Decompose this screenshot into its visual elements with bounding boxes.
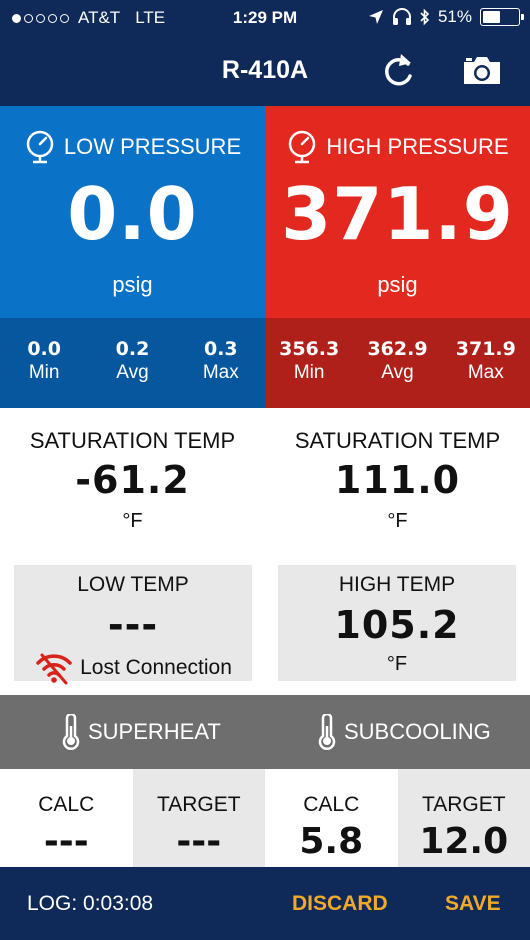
cell-label: TARGET xyxy=(421,793,506,816)
sat-temp-label: SATURATION TEMP xyxy=(294,428,501,453)
battery-icon xyxy=(480,8,524,26)
stat-value: 0.0 xyxy=(27,338,61,360)
discard-button[interactable]: DISCARD xyxy=(292,892,388,916)
lost-connection-text: Lost Connection xyxy=(80,656,232,679)
low-saturation-temp: SATURATION TEMP -61.2 °F xyxy=(0,408,265,558)
location-arrow-icon xyxy=(368,10,383,24)
low-temp-label: LOW TEMP xyxy=(77,573,189,596)
gauge-icon xyxy=(26,130,54,164)
high-pressure-panel[interactable]: HIGH PRESSURE 371.9 psig xyxy=(265,106,530,318)
superheat-calc-cell: CALC --- xyxy=(0,769,133,867)
low-pressure-value: 0.0 xyxy=(67,172,198,256)
cell-value: --- xyxy=(43,821,89,862)
high-pressure-value: 371.9 xyxy=(281,172,514,256)
low-temp-value: --- xyxy=(107,603,159,647)
status-right: 51% xyxy=(368,7,524,27)
high-temp-unit: °F xyxy=(386,653,408,675)
superheat-label: SUPERHEAT xyxy=(88,719,221,744)
sat-temp-unit: °F xyxy=(122,510,143,532)
refresh-icon[interactable] xyxy=(382,52,416,88)
sat-temp-label: SATURATION TEMP xyxy=(29,428,236,453)
stat-value: 0.2 xyxy=(115,338,150,360)
stat-value: 362.9 xyxy=(367,338,428,360)
thermometer-icon xyxy=(62,714,80,750)
low-pressure-header: LOW PRESSURE xyxy=(0,130,265,164)
stat-value: 371.9 xyxy=(455,338,516,360)
high-pressure-unit: psig xyxy=(377,272,418,297)
bluetooth-icon xyxy=(420,8,430,26)
subcooling-tab[interactable]: SUBCOOLING xyxy=(316,695,491,769)
calc-target-row: CALC --- TARGET --- CALC 5.8 TARGET 12.0 xyxy=(0,769,530,867)
high-avg-stat: 362.9 Avg xyxy=(353,318,441,408)
subcooling-target-cell[interactable]: TARGET 12.0 xyxy=(397,769,530,867)
sat-temp-value: -61.2 xyxy=(75,458,190,502)
battery-fill xyxy=(483,11,500,23)
cell-value: 5.8 xyxy=(299,821,364,862)
low-temp-box[interactable]: LOW TEMP --- Lost Connection xyxy=(14,565,252,685)
camera-icon[interactable] xyxy=(461,54,503,86)
gauge-icon xyxy=(289,130,316,164)
low-avg-stat: 0.2 Avg xyxy=(88,318,176,408)
nav-bar: R-410A xyxy=(0,36,530,106)
superheat-target-cell[interactable]: TARGET --- xyxy=(132,769,265,867)
bottom-bar: LOG: 0:03:08 DISCARD SAVE xyxy=(0,867,530,940)
section-header: SUPERHEAT SUBCOOLING xyxy=(0,695,530,769)
battery-percent: 51% xyxy=(437,7,472,26)
low-min-stat: 0.0 Min xyxy=(0,318,88,408)
cell-value: 12.0 xyxy=(419,821,509,862)
superheat-tab[interactable]: SUPERHEAT xyxy=(60,695,221,769)
high-pressure-stats: 356.3 Min 362.9 Avg 371.9 Max xyxy=(265,318,530,408)
stat-label: Avg xyxy=(116,362,149,383)
status-bar: AT&T LTE 1:29 PM 51% xyxy=(0,0,530,36)
high-temp-box[interactable]: HIGH TEMP 105.2 °F xyxy=(278,565,516,681)
low-pressure-panel[interactable]: LOW PRESSURE 0.0 psig xyxy=(0,106,265,318)
stat-value: 0.3 xyxy=(203,338,238,360)
subcooling-calc-cell: CALC 5.8 xyxy=(265,769,398,867)
high-min-stat: 356.3 Min xyxy=(265,318,353,408)
low-pressure-unit: psig xyxy=(112,272,153,297)
cell-label: CALC xyxy=(38,793,95,816)
headphones-icon xyxy=(392,8,411,25)
low-pressure-stats: 0.0 Min 0.2 Avg 0.3 Max xyxy=(0,318,265,408)
high-temp-value: 105.2 xyxy=(334,603,460,647)
high-saturation-temp: SATURATION TEMP 111.0 °F xyxy=(265,408,530,558)
stat-label: Max xyxy=(202,362,239,383)
lost-connection-status: Lost Connection xyxy=(14,651,252,685)
refrigerant-title[interactable]: R-410A xyxy=(0,56,530,85)
high-pressure-header: HIGH PRESSURE xyxy=(265,130,530,164)
thermometer-icon xyxy=(318,714,336,750)
log-timer: LOG: 0:03:08 xyxy=(27,892,154,915)
cell-label: CALC xyxy=(303,793,360,816)
high-max-stat: 371.9 Max xyxy=(442,318,530,408)
wifi-off-icon xyxy=(36,653,72,685)
high-pressure-label: HIGH PRESSURE xyxy=(326,134,509,159)
stat-label: Avg xyxy=(381,362,414,383)
subcooling-label: SUBCOOLING xyxy=(344,719,491,744)
high-temp-label: HIGH TEMP xyxy=(338,573,456,596)
stat-label: Min xyxy=(28,362,60,383)
low-pressure-label: LOW PRESSURE xyxy=(63,134,242,159)
stat-label: Max xyxy=(467,362,504,383)
sat-temp-unit: °F xyxy=(387,510,408,532)
low-max-stat: 0.3 Max xyxy=(177,318,265,408)
stat-label: Min xyxy=(293,362,325,383)
cell-label: TARGET xyxy=(156,793,241,816)
sat-temp-value: 111.0 xyxy=(334,458,461,502)
cell-value: --- xyxy=(176,821,222,862)
save-button[interactable]: SAVE xyxy=(445,892,501,916)
stat-value: 356.3 xyxy=(279,338,340,360)
